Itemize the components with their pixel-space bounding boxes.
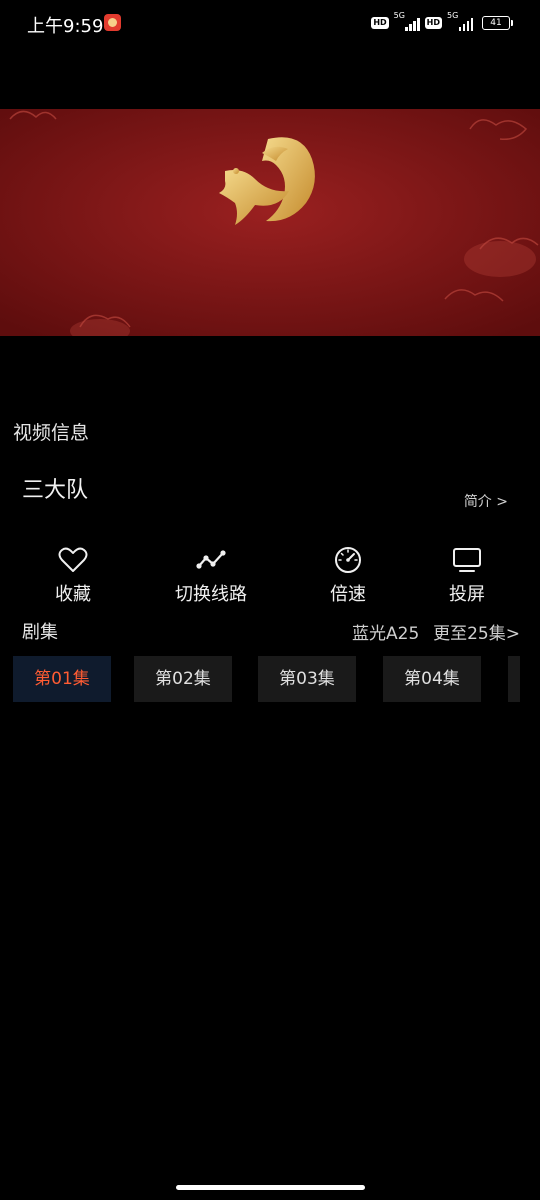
section-title: 视频信息 bbox=[13, 422, 90, 444]
status-bar: 上午9:59 HD 5G HD 5G 41 bbox=[0, 0, 540, 46]
video-title: 三大队 bbox=[22, 478, 89, 503]
video-banner[interactable] bbox=[0, 109, 540, 336]
episode-item[interactable]: 第04集 bbox=[383, 656, 481, 702]
heart-icon bbox=[58, 547, 88, 572]
speedometer-icon bbox=[335, 547, 361, 573]
route-icon bbox=[196, 550, 226, 569]
cast-button[interactable]: 投屏 bbox=[402, 546, 532, 606]
episode-item-partial[interactable] bbox=[508, 656, 520, 702]
signal-icon: 5G bbox=[447, 11, 473, 32]
status-time: 上午9:59 bbox=[27, 16, 104, 37]
cast-label: 投屏 bbox=[449, 584, 485, 605]
phoenix-logo-artwork bbox=[0, 109, 540, 336]
source-selector[interactable]: 蓝光A25 bbox=[352, 619, 419, 644]
episodes-header: 剧集 bbox=[22, 622, 58, 643]
episode-item[interactable]: 第01集 bbox=[13, 656, 111, 702]
switch-route-label: 切换线路 bbox=[175, 584, 247, 605]
switch-route-button[interactable]: 切换线路 bbox=[146, 546, 276, 606]
hd-badge: HD bbox=[424, 17, 442, 29]
network-type: 5G bbox=[393, 11, 405, 20]
home-indicator[interactable] bbox=[176, 1185, 365, 1190]
episode-item[interactable]: 第03集 bbox=[258, 656, 356, 702]
favorite-label: 收藏 bbox=[55, 584, 91, 605]
app-notification-icon bbox=[104, 14, 121, 31]
episode-item[interactable]: 第02集 bbox=[134, 656, 232, 702]
status-indicators: HD 5G HD 5G 41 bbox=[371, 11, 513, 33]
episode-list[interactable]: 第01集 第02集 第03集 第04集 bbox=[13, 656, 520, 702]
speed-label: 倍速 bbox=[330, 584, 366, 605]
more-episodes-link[interactable]: 更至25集> bbox=[433, 619, 520, 644]
network-type: 5G bbox=[447, 11, 459, 20]
hd-badge: HD bbox=[371, 17, 389, 29]
tv-cast-icon bbox=[453, 548, 481, 572]
favorite-button[interactable]: 收藏 bbox=[8, 546, 138, 606]
signal-icon: 5G bbox=[393, 11, 420, 32]
intro-link[interactable]: 简介 > bbox=[464, 491, 508, 511]
battery-icon: 41 bbox=[482, 16, 513, 30]
speed-button[interactable]: 倍速 bbox=[283, 546, 413, 606]
